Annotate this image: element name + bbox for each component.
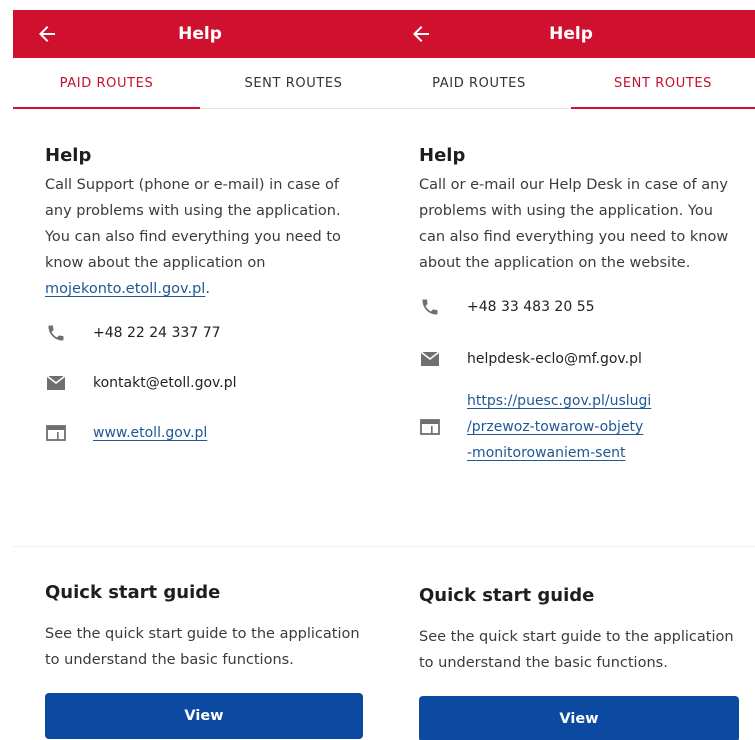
app-bar: Help bbox=[13, 10, 387, 58]
view-guide-button[interactable]: View bbox=[45, 693, 363, 739]
website-row[interactable]: https://puesc.gov.pl/uslugi /przewoz-tow… bbox=[419, 388, 755, 466]
guide-description: See the quick start guide to the applica… bbox=[45, 626, 360, 668]
page-title: Help bbox=[549, 24, 593, 44]
help-heading: Help bbox=[45, 145, 92, 166]
account-link[interactable]: mojekonto.etoll.gov.pl bbox=[45, 281, 205, 297]
phone-icon bbox=[419, 296, 441, 318]
section-divider bbox=[13, 546, 387, 547]
mail-icon bbox=[45, 372, 67, 394]
mail-icon bbox=[419, 348, 441, 370]
left-screen: Help PAID ROUTES SENT ROUTES Help Call S… bbox=[13, 10, 387, 740]
guide-heading: Quick start guide bbox=[45, 582, 221, 603]
tab-bar: PAID ROUTES SENT ROUTES bbox=[387, 58, 755, 109]
website-link-line[interactable]: https://puesc.gov.pl/uslugi bbox=[467, 388, 651, 414]
browser-window-icon bbox=[419, 416, 441, 438]
tab-sent-routes[interactable]: SENT ROUTES bbox=[571, 58, 755, 109]
email-row[interactable]: helpdesk-eclo@mf.gov.pl bbox=[419, 348, 755, 370]
website-link[interactable]: www.etoll.gov.pl bbox=[93, 425, 207, 441]
help-heading: Help bbox=[419, 145, 466, 166]
phone-row[interactable]: +48 33 483 20 55 bbox=[419, 296, 755, 318]
right-screen: Help PAID ROUTES SENT ROUTES Help Call o… bbox=[387, 10, 755, 740]
email-row[interactable]: kontakt@etoll.gov.pl bbox=[45, 372, 387, 394]
website-row[interactable]: www.etoll.gov.pl bbox=[45, 422, 387, 444]
phone-icon bbox=[45, 322, 67, 344]
help-section: Help Call or e-mail our Help Desk in cas… bbox=[387, 145, 755, 466]
website-link[interactable]: https://puesc.gov.pl/uslugi /przewoz-tow… bbox=[467, 388, 651, 466]
phone-number: +48 33 483 20 55 bbox=[467, 299, 595, 315]
section-divider bbox=[387, 546, 755, 547]
guide-section: Quick start guide See the quick start gu… bbox=[13, 582, 387, 739]
help-description: Call or e-mail our Help Desk in case of … bbox=[419, 177, 729, 271]
guide-section: Quick start guide See the quick start gu… bbox=[387, 585, 755, 740]
guide-description: See the quick start guide to the applica… bbox=[419, 629, 734, 671]
email-address: helpdesk-eclo@mf.gov.pl bbox=[467, 351, 642, 367]
help-section: Help Call Support (phone or e-mail) in c… bbox=[13, 145, 387, 444]
help-description-text: Call Support (phone or e-mail) in case o… bbox=[45, 177, 341, 271]
page-title: Help bbox=[178, 24, 222, 44]
tab-paid-routes[interactable]: PAID ROUTES bbox=[387, 58, 571, 108]
tab-bar: PAID ROUTES SENT ROUTES bbox=[13, 58, 387, 109]
phone-number: +48 22 24 337 77 bbox=[93, 325, 221, 341]
guide-heading: Quick start guide bbox=[419, 585, 595, 606]
view-guide-button[interactable]: View bbox=[419, 696, 739, 740]
app-bar: Help bbox=[387, 10, 755, 58]
website-link-line[interactable]: /przewoz-towarow-objety bbox=[467, 414, 651, 440]
tab-paid-routes[interactable]: PAID ROUTES bbox=[13, 58, 200, 109]
browser-window-icon bbox=[45, 422, 67, 444]
email-address: kontakt@etoll.gov.pl bbox=[93, 375, 237, 391]
tab-sent-routes[interactable]: SENT ROUTES bbox=[200, 58, 387, 108]
help-description: Call Support (phone or e-mail) in case o… bbox=[45, 172, 365, 302]
description-period: . bbox=[205, 281, 210, 297]
phone-row[interactable]: +48 22 24 337 77 bbox=[45, 322, 387, 344]
website-link-line[interactable]: -monitorowaniem-sent bbox=[467, 440, 651, 466]
arrow-left-icon[interactable] bbox=[409, 22, 433, 46]
arrow-left-icon[interactable] bbox=[35, 22, 59, 46]
